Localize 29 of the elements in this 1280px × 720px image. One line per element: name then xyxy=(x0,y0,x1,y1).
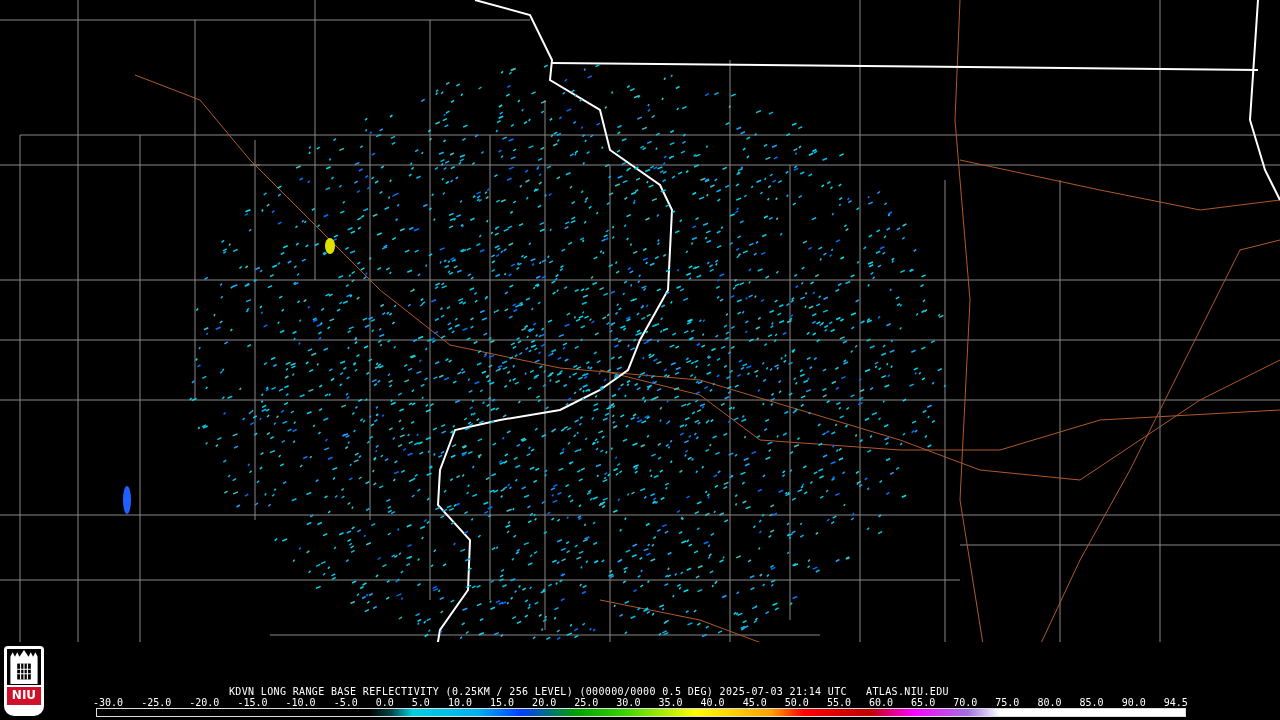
colorbar-tick-label: 70.0 xyxy=(953,697,978,708)
product-title: KDVN LONG RANGE BASE REFLECTIVITY (0.25KM / 256 LEVEL) (000000/0000 0.5 DEG) 2025-07-03 21:14 UTC ATLAS.NIU.EDU xyxy=(229,686,949,697)
colorbar-tick-label: 35.0 xyxy=(658,697,683,708)
colorbar-tick-label: -20.0 xyxy=(189,697,220,708)
colorbar-tick-label: 55.0 xyxy=(826,697,851,708)
colorbar-tick-label: 80.0 xyxy=(1037,697,1062,708)
colorbar-tick-label: 90.0 xyxy=(1121,697,1146,708)
colorbar-tick-label: 5.0 xyxy=(411,697,430,708)
colorbar-tick-label: -30.0 xyxy=(93,697,124,708)
colorbar-tick-label: 30.0 xyxy=(616,697,641,708)
colorbar-tick-label: 65.0 xyxy=(911,697,936,708)
colorbar-tick-label: -5.0 xyxy=(333,697,358,708)
tower-icon xyxy=(7,649,41,685)
logo-text: NIU xyxy=(7,687,41,705)
colorbar-tick-label: 40.0 xyxy=(700,697,725,708)
colorbar-tick-label: -25.0 xyxy=(141,697,172,708)
colorbar-tick-label: 20.0 xyxy=(532,697,557,708)
colorbar-tick-label: -10.0 xyxy=(285,697,316,708)
colorbar-tick-label: 0.0 xyxy=(375,697,394,708)
colorbar-tick-label: 15.0 xyxy=(490,697,515,708)
colorbar-tick-label: 94.5 xyxy=(1163,697,1188,708)
colorbar-tick-label: 10.0 xyxy=(447,697,472,708)
colorbar-tick-label: -15.0 xyxy=(237,697,268,708)
colorbar-tick-label: 85.0 xyxy=(1079,697,1104,708)
colorbar-tick-label: 50.0 xyxy=(784,697,809,708)
colorbar-tick-label: 45.0 xyxy=(742,697,767,708)
colorbar-tick-label: 25.0 xyxy=(574,697,599,708)
colorbar-tick-label: 75.0 xyxy=(995,697,1020,708)
colorbar-tick-label: 60.0 xyxy=(869,697,894,708)
